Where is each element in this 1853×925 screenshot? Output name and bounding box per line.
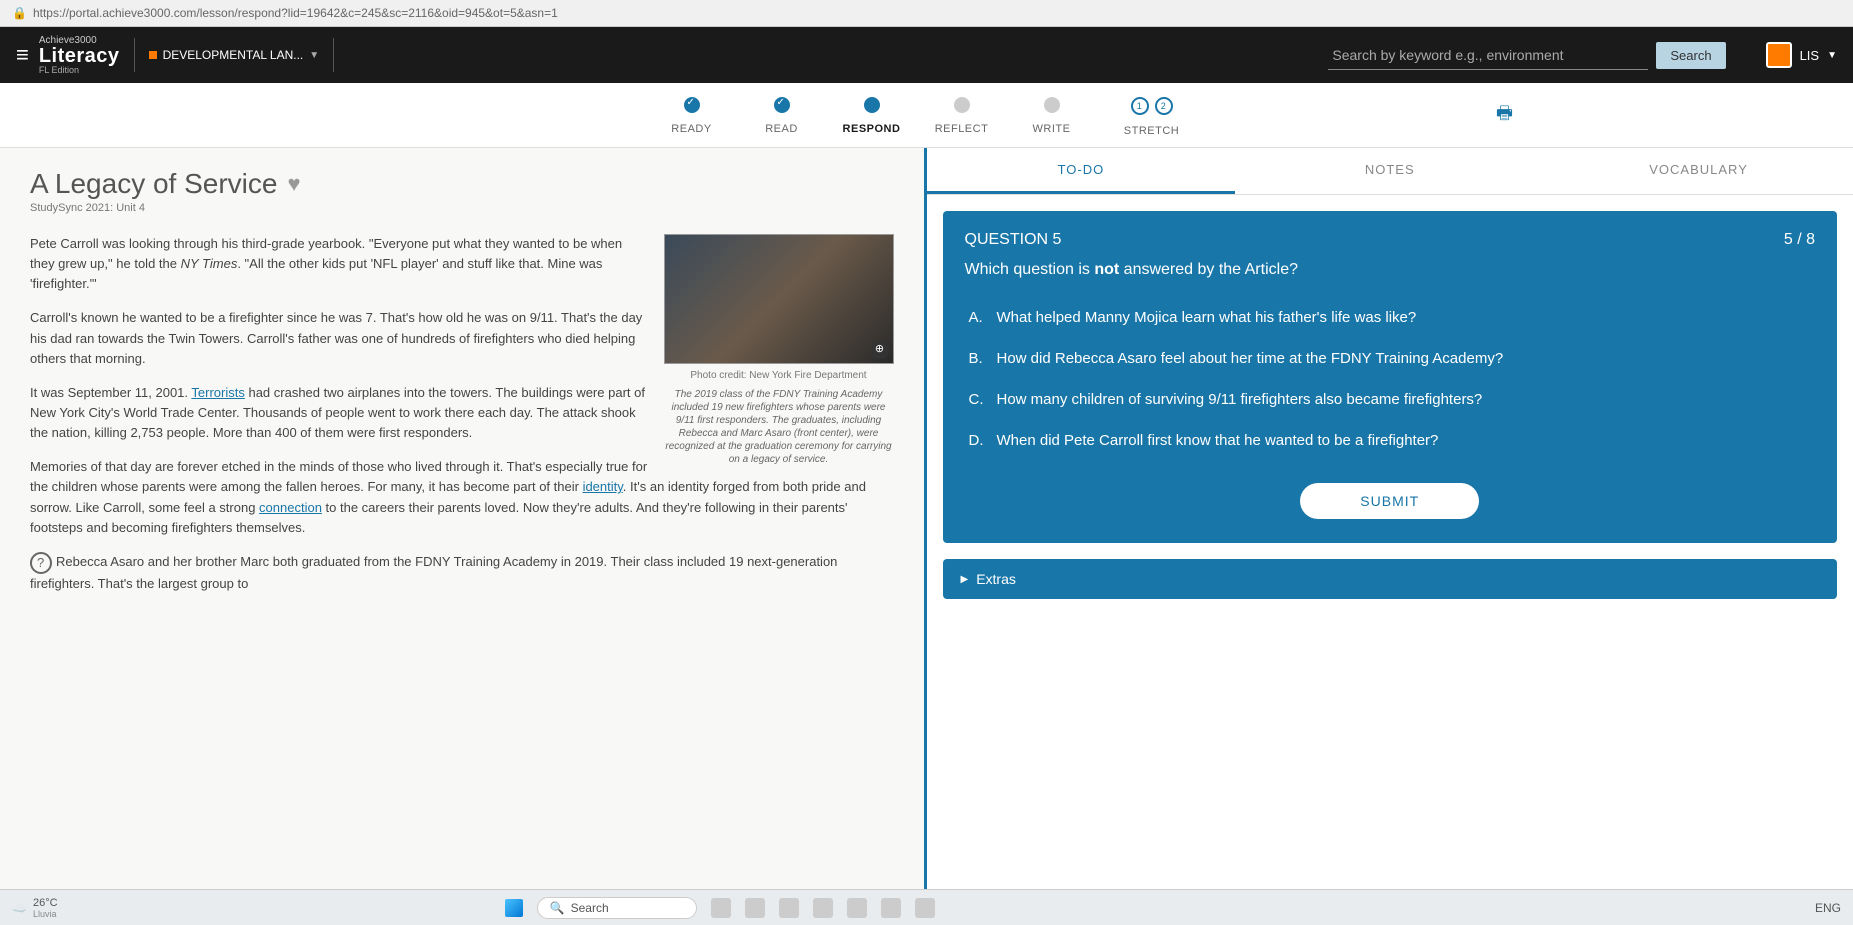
step-respond[interactable]: RESPOND [827, 97, 917, 135]
tab-todo[interactable]: TO-DO [927, 148, 1236, 194]
choice-a[interactable]: A.What helped Manny Mojica learn what hi… [965, 297, 1816, 338]
question-card: QUESTION 5 5 / 8 Which question is not a… [943, 211, 1838, 543]
article-body: ⊕ Photo credit: New York Fire Department… [30, 234, 894, 594]
extras-panel[interactable]: ▶ Extras [943, 559, 1838, 599]
tab-vocabulary[interactable]: VOCABULARY [1544, 148, 1853, 194]
chevron-down-icon: ▼ [1827, 50, 1837, 61]
chevron-down-icon: ▼ [309, 50, 319, 61]
choice-c[interactable]: C.How many children of surviving 9/11 fi… [965, 379, 1816, 420]
figure-credit: Photo credit: New York Fire Department [664, 368, 894, 384]
taskbar-weather[interactable]: ☁️ 26°C Lluvia [12, 897, 58, 919]
step-write[interactable]: WRITE [1007, 97, 1097, 135]
search-area: Search [1328, 41, 1725, 70]
main-area: A Legacy of Service ♥ StudySync 2021: Un… [0, 148, 1853, 893]
question-label: QUESTION 5 [965, 231, 1062, 249]
step-reflect[interactable]: REFLECT [917, 97, 1007, 135]
activity-tabs: TO-DO NOTES VOCABULARY [927, 148, 1853, 195]
taskbar-app-icon[interactable] [711, 898, 731, 918]
stretch-sub-2[interactable]: 2 [1155, 97, 1173, 115]
hamburger-icon[interactable]: ≡ [16, 42, 29, 68]
article-figure: ⊕ Photo credit: New York Fire Department… [664, 234, 894, 466]
brand-main: Literacy [39, 46, 120, 66]
paragraph: Memories of that day are forever etched … [30, 457, 894, 538]
article-subtitle: StudySync 2021: Unit 4 [30, 202, 894, 214]
question-prompt: Which question is not answered by the Ar… [965, 261, 1816, 279]
triangle-right-icon: ▶ [961, 574, 969, 585]
print-icon[interactable]: 🖶 [1496, 101, 1513, 131]
vocab-link[interactable]: identity [583, 479, 623, 494]
lesson-stepper: READY READ RESPOND REFLECT WRITE 1 2 STR… [0, 83, 1853, 148]
brand-top: Achieve3000 [39, 36, 120, 46]
choice-list: A.What helped Manny Mojica learn what hi… [965, 297, 1816, 461]
question-progress: 5 / 8 [1784, 231, 1815, 249]
question-header: QUESTION 5 5 / 8 [965, 231, 1816, 249]
article-image[interactable]: ⊕ [664, 234, 894, 364]
avatar [1766, 42, 1792, 68]
course-dropdown[interactable]: DEVELOPMENTAL LAN... ▼ [149, 48, 320, 62]
taskbar-lang[interactable]: ENG [1815, 901, 1841, 915]
paragraph: Rebecca Asaro and her brother Marc both … [30, 552, 894, 594]
divider [333, 38, 334, 72]
windows-taskbar[interactable]: ☁️ 26°C Lluvia 🔍 Search ENG [0, 889, 1853, 925]
address-bar[interactable]: 🔒 https://portal.achieve3000.com/lesson/… [0, 0, 1853, 27]
step-ready[interactable]: READY [647, 97, 737, 135]
taskbar-app-icon[interactable] [813, 898, 833, 918]
user-name: LIS [1800, 48, 1820, 63]
vocab-link[interactable]: Terrorists [191, 385, 244, 400]
course-label: DEVELOPMENTAL LAN... [163, 48, 304, 62]
activity-pane: TO-DO NOTES VOCABULARY QUESTION 5 5 / 8 … [927, 148, 1853, 893]
url-text: https://portal.achieve3000.com/lesson/re… [33, 6, 558, 20]
weather-icon: ☁️ [12, 901, 27, 915]
article-pane[interactable]: A Legacy of Service ♥ StudySync 2021: Un… [0, 148, 927, 893]
user-menu[interactable]: LIS ▼ [1766, 42, 1837, 68]
divider [134, 38, 135, 72]
zoom-icon[interactable]: ⊕ [871, 341, 889, 359]
step-stretch[interactable]: 1 2 STRETCH [1097, 97, 1207, 137]
taskbar-app-icon[interactable] [745, 898, 765, 918]
top-bar: ≡ Achieve3000 Literacy FL Edition DEVELO… [0, 27, 1853, 83]
windows-start-icon[interactable] [505, 899, 523, 917]
search-button[interactable]: Search [1656, 42, 1725, 69]
vocab-link[interactable]: connection [259, 500, 322, 515]
taskbar-app-icon[interactable] [779, 898, 799, 918]
choice-b[interactable]: B.How did Rebecca Asaro feel about her t… [965, 338, 1816, 379]
tab-notes[interactable]: NOTES [1235, 148, 1544, 194]
stretch-sub-1[interactable]: 1 [1131, 97, 1149, 115]
taskbar-center: 🔍 Search [505, 897, 935, 919]
taskbar-search[interactable]: 🔍 Search [537, 897, 697, 919]
search-input[interactable] [1328, 41, 1648, 70]
heart-icon[interactable]: ♥ [287, 171, 300, 197]
brand: ≡ Achieve3000 Literacy FL Edition [16, 36, 120, 75]
taskbar-app-icon[interactable] [915, 898, 935, 918]
taskbar-app-icon[interactable] [847, 898, 867, 918]
search-icon: 🔍 [550, 901, 565, 915]
thought-icon[interactable] [30, 552, 52, 574]
figure-caption: The 2019 class of the FDNY Training Acad… [664, 388, 894, 466]
step-read[interactable]: READ [737, 97, 827, 135]
submit-button[interactable]: SUBMIT [1300, 483, 1479, 519]
choice-d[interactable]: D.When did Pete Carroll first know that … [965, 420, 1816, 461]
taskbar-app-icon[interactable] [881, 898, 901, 918]
article-title: A Legacy of Service ♥ [30, 168, 894, 200]
brand-text: Achieve3000 Literacy FL Edition [39, 36, 120, 75]
brand-edition: FL Edition [39, 66, 120, 75]
lock-icon: 🔒 [12, 6, 27, 20]
course-color-icon [149, 51, 157, 59]
